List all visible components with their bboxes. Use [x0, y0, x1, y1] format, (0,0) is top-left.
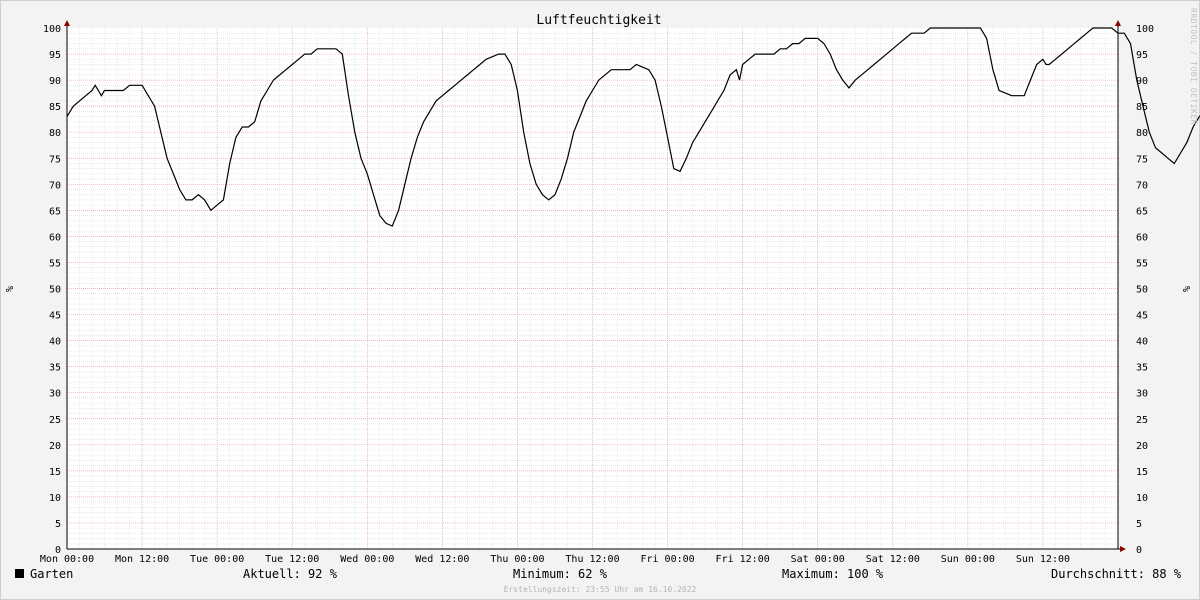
y-tick-label-right: 40 — [1136, 337, 1148, 348]
x-tick-label: Fri 00:00 — [640, 554, 694, 565]
x-tick-label: Tue 12:00 — [265, 554, 319, 565]
y-tick-label-left: 80 — [49, 128, 61, 139]
y-tick-label-right: 0 — [1136, 545, 1142, 556]
y-tick-label-left: 45 — [49, 311, 61, 322]
legend-swatch — [15, 569, 24, 578]
legend-series-label: Garten — [30, 567, 74, 581]
y-tick-label-left: 65 — [49, 206, 61, 217]
rrdtool-watermark: RRDTOOL / TOBI OETIKER — [1189, 8, 1198, 125]
y-tick-label-right: 100 — [1136, 24, 1154, 35]
y-tick-label-left: 95 — [49, 50, 61, 61]
x-tick-label: Wed 00:00 — [340, 554, 394, 565]
y-tick-label-right: 80 — [1136, 128, 1148, 139]
y-tick-label-right: 25 — [1136, 415, 1148, 426]
legend-series: Garten — [15, 567, 73, 581]
y-tick-label-left: 20 — [49, 441, 61, 452]
x-axis-arrow — [1120, 546, 1126, 552]
legend-minimum: Minimum: 62 % — [513, 567, 607, 581]
x-tick-label: Thu 12:00 — [565, 554, 619, 565]
y-tick-label-right: 70 — [1136, 180, 1148, 191]
y-tick-label-left: 60 — [49, 232, 61, 243]
y-tick-label-left: 5 — [55, 519, 61, 530]
y-tick-label-left: 25 — [49, 415, 61, 426]
y-tick-label-right: 75 — [1136, 154, 1148, 165]
x-tick-label: Fri 12:00 — [716, 554, 770, 565]
x-tick-label: Sun 00:00 — [941, 554, 995, 565]
y-tick-label-left: 90 — [49, 76, 61, 87]
y-tick-label-right: 15 — [1136, 467, 1148, 478]
y-tick-label-left: 50 — [49, 285, 61, 296]
creation-time: Erstellungszeit: 23:55 Uhr am 16.10.2022 — [503, 585, 697, 594]
x-tick-label: Sat 00:00 — [791, 554, 845, 565]
legend-maximum: Maximum: 100 % — [782, 567, 884, 581]
y-axis-label-right: % — [1182, 286, 1193, 292]
y-tick-label-right: 95 — [1136, 50, 1148, 61]
humidity-chart: 0 05 510 1015 1520 2025 2530 3035 3540 4045 4550 50… — [5, 13, 1200, 565]
y-axis-arrow-left — [64, 20, 70, 26]
legend-average: Durchschnitt: 88 % — [1051, 567, 1182, 581]
y-tick-label-right: 65 — [1136, 206, 1148, 217]
y-tick-label-left: 75 — [49, 154, 61, 165]
x-tick-label: Wed 12:00 — [415, 554, 469, 565]
y-tick-label-left: 30 — [49, 389, 61, 400]
y-tick-label-left: 85 — [49, 102, 61, 113]
y-tick-label-right: 50 — [1136, 285, 1148, 296]
y-tick-label-right: 20 — [1136, 441, 1148, 452]
y-tick-label-right: 35 — [1136, 363, 1148, 374]
x-tick-label: Mon 00:00 — [40, 554, 94, 565]
y-tick-label-right: 55 — [1136, 258, 1148, 269]
y-tick-label-left: 40 — [49, 337, 61, 348]
y-tick-label-left: 15 — [49, 467, 61, 478]
x-tick-label: Thu 00:00 — [490, 554, 544, 565]
y-tick-label-right: 5 — [1136, 519, 1142, 530]
x-tick-label: Tue 00:00 — [190, 554, 244, 565]
y-axis-label-left: % — [5, 286, 16, 292]
y-tick-label-right: 30 — [1136, 389, 1148, 400]
chart-title: Luftfeuchtigkeit — [536, 13, 661, 28]
y-tick-label-right: 45 — [1136, 311, 1148, 322]
y-axis-arrow-right — [1115, 20, 1121, 26]
y-tick-label-left: 10 — [49, 493, 61, 504]
y-tick-label-right: 60 — [1136, 232, 1148, 243]
x-tick-label: Mon 12:00 — [115, 554, 169, 565]
y-tick-label-left: 55 — [49, 258, 61, 269]
y-tick-label-left: 100 — [43, 24, 61, 35]
legend-current: Aktuell: 92 % — [243, 567, 337, 581]
y-tick-label-left: 70 — [49, 180, 61, 191]
y-tick-label-left: 35 — [49, 363, 61, 374]
x-tick-label: Sun 12:00 — [1016, 554, 1070, 565]
y-tick-label-right: 10 — [1136, 493, 1148, 504]
x-tick-label: Sat 12:00 — [866, 554, 920, 565]
